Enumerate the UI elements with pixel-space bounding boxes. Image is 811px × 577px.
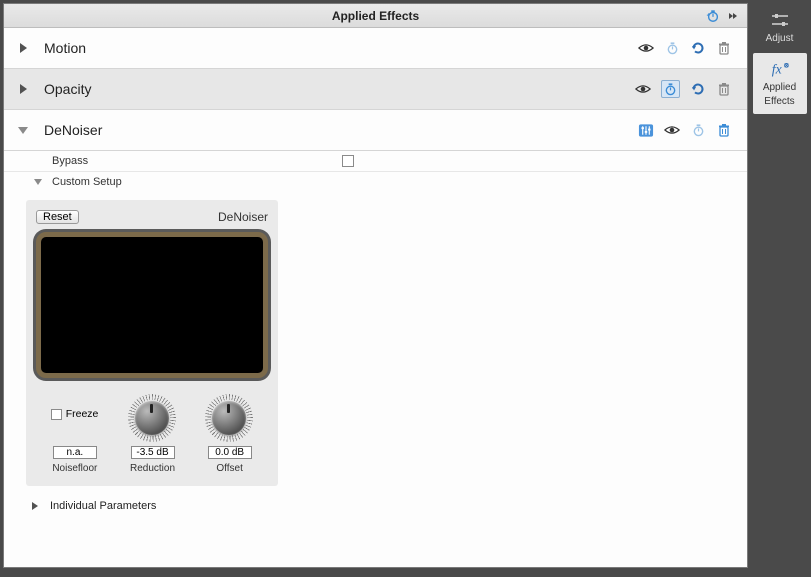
disclosure-individual-params[interactable] (32, 502, 44, 510)
effect-name: DeNoiser (44, 122, 638, 138)
svg-text:fx: fx (771, 61, 781, 76)
rail-tab-applied-effects[interactable]: fx Applied Effects (753, 53, 807, 114)
freeze-checkbox[interactable] (51, 409, 62, 420)
denoiser-plugin-panel: Reset DeNoiser Freeze (26, 200, 278, 486)
trash-icon[interactable] (716, 40, 732, 56)
offset-value[interactable]: 0.0 dB (208, 446, 252, 459)
noisefloor-value: n.a. (53, 446, 97, 459)
custom-setup-row[interactable]: Custom Setup (4, 172, 747, 192)
stopwatch-icon[interactable] (661, 80, 680, 98)
applied-effects-panel: Applied Effects Motion (3, 3, 748, 568)
rail-tab-label-l1: Applied (763, 82, 796, 94)
effect-name: Motion (44, 40, 638, 56)
reduction-knob[interactable] (128, 394, 176, 442)
disclosure-denoiser[interactable] (16, 123, 30, 137)
effect-row-denoiser[interactable]: DeNoiser (4, 110, 747, 151)
edit-properties-icon[interactable] (638, 122, 654, 138)
reset-icon[interactable] (690, 81, 706, 97)
offset-label: Offset (216, 463, 243, 474)
bypass-checkbox[interactable] (342, 155, 354, 167)
rail-tab-label: Adjust (766, 33, 794, 45)
eye-icon[interactable] (638, 40, 654, 56)
effect-row-motion[interactable]: Motion (4, 28, 747, 69)
adjust-icon (769, 10, 791, 30)
freeze-control: Freeze (51, 408, 99, 420)
individual-params-row[interactable]: Individual Parameters (4, 494, 747, 518)
disclosure-motion[interactable] (16, 41, 30, 55)
noisefloor-label: Noisefloor (52, 463, 97, 474)
plugin-name: DeNoiser (218, 210, 268, 224)
offset-knob[interactable] (205, 394, 253, 442)
panel-menu-icon[interactable] (725, 8, 741, 24)
individual-params-label: Individual Parameters (50, 500, 156, 512)
reduction-label: Reduction (130, 463, 175, 474)
offset-control (205, 394, 253, 442)
freeze-label: Freeze (66, 408, 99, 420)
panel-title: Applied Effects (4, 9, 747, 23)
reset-icon[interactable] (690, 40, 706, 56)
bypass-label: Bypass (52, 155, 302, 167)
reset-button[interactable]: Reset (36, 210, 79, 224)
effect-row-opacity[interactable]: Opacity (4, 69, 747, 110)
eye-icon[interactable] (664, 122, 680, 138)
eye-icon[interactable] (635, 81, 651, 97)
disclosure-custom-setup[interactable] (34, 179, 46, 185)
stopwatch-all-icon[interactable] (705, 8, 721, 24)
effects-list: Motion Opacity (4, 28, 747, 567)
stopwatch-icon[interactable] (664, 40, 680, 56)
fx-icon: fx (769, 59, 791, 79)
panel-header: Applied Effects (4, 4, 747, 28)
bypass-row: Bypass (4, 151, 747, 172)
trash-icon[interactable] (716, 81, 732, 97)
reduction-control (128, 394, 176, 442)
custom-setup-label: Custom Setup (52, 176, 302, 188)
noise-scope-display (36, 232, 268, 378)
disclosure-opacity[interactable] (16, 82, 30, 96)
rail-tab-adjust[interactable]: Adjust (753, 4, 807, 51)
right-rail: Adjust fx Applied Effects (748, 0, 811, 577)
rail-tab-label-l2: Effects (764, 96, 794, 108)
trash-icon[interactable] (716, 122, 732, 138)
panel-header-controls (705, 8, 741, 24)
reduction-value[interactable]: -3.5 dB (131, 446, 175, 459)
effect-name: Opacity (44, 81, 635, 97)
stopwatch-icon[interactable] (690, 122, 706, 138)
